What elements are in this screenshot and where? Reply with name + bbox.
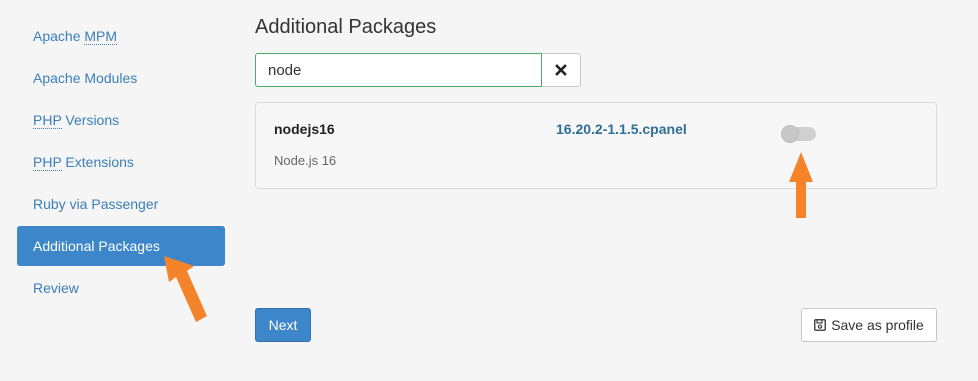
sidebar-item-label: Ruby via Passenger [33,196,159,212]
sidebar-item-abbr: MPM [84,28,118,45]
sidebar-item-label: Extensions [61,154,134,170]
search-input[interactable] [255,53,542,87]
sidebar-item-apache-mpm[interactable]: Apache MPM [17,16,225,56]
package-version: 16.20.2-1.1.5.cpanel [556,121,687,137]
arrow-diagonal-icon [164,256,207,322]
clear-search-button[interactable] [542,53,581,87]
arrow-up-icon [789,152,813,218]
next-button[interactable]: Next [255,308,311,342]
sidebar-item-label: Additional Packages [33,238,160,254]
page-title: Additional Packages [255,16,437,38]
floppy-disk-icon [814,319,827,331]
sidebar-item-label: Versions [61,112,120,128]
sidebar-item-php-extensions[interactable]: PHP Extensions [17,142,225,182]
sidebar-item-php-versions[interactable]: PHP Versions [17,100,225,140]
save-as-profile-label: Save as profile [831,317,924,333]
package-toggle[interactable] [781,125,816,143]
sidebar-item-label: Apache Modules [33,70,138,86]
search-group [255,53,581,87]
package-name: nodejs16 [274,121,335,137]
sidebar-item-abbr: PHP [33,154,62,171]
sidebar-item-label: Apache [33,28,85,44]
sidebar-item-label: Review [33,280,79,296]
package-description: Node.js 16 [274,153,337,168]
sidebar-item-abbr: PHP [33,112,62,129]
save-as-profile-button[interactable]: Save as profile [801,308,937,342]
toggle-knob [781,125,799,143]
sidebar-item-ruby-via-passenger[interactable]: Ruby via Passenger [17,184,225,224]
package-card: nodejs16 Node.js 16 16.20.2-1.1.5.cpanel [255,102,937,189]
close-icon [555,64,567,76]
sidebar-item-apache-modules[interactable]: Apache Modules [17,58,225,98]
